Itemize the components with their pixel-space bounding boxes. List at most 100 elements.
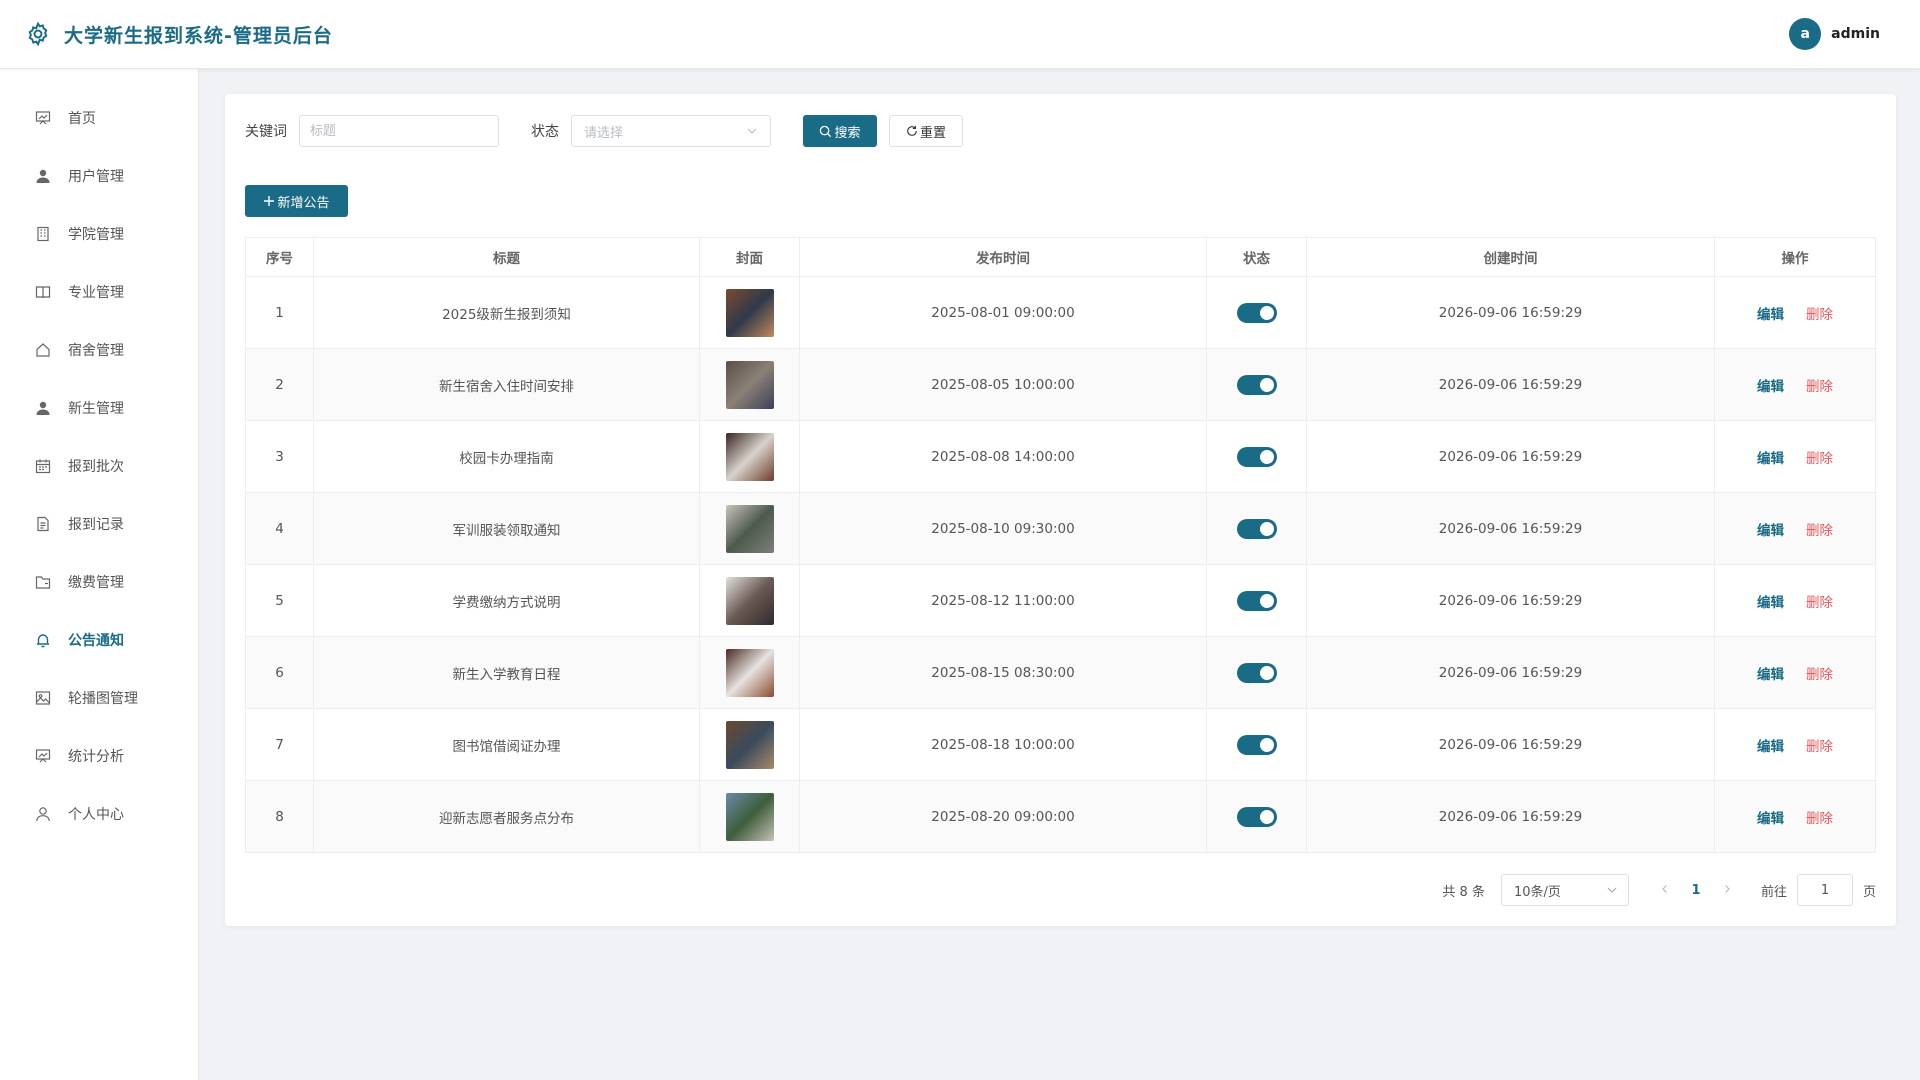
sidebar-item[interactable]: 用户管理 xyxy=(0,147,198,205)
search-icon xyxy=(819,125,832,138)
row-index: 7 xyxy=(245,708,314,781)
status-select[interactable]: 请选择 xyxy=(571,115,771,147)
avatar[interactable]: a xyxy=(1789,18,1822,50)
reset-button[interactable]: 重置 xyxy=(889,115,963,147)
sidebar-item[interactable]: 学院管理 xyxy=(0,205,198,263)
row-actions: 编辑 删除 xyxy=(1714,348,1876,421)
sidebar-item[interactable]: 轮播图管理 xyxy=(0,669,198,727)
row-actions: 编辑 删除 xyxy=(1714,636,1876,709)
sidebar-item-label: 首页 xyxy=(68,111,96,127)
row-index: 1 xyxy=(245,276,314,349)
row-actions: 编辑 删除 xyxy=(1714,492,1876,565)
page-number-current[interactable]: 1 xyxy=(1679,883,1713,898)
book-icon xyxy=(34,283,52,301)
sidebar-item[interactable]: 公告通知 xyxy=(0,611,198,669)
user-menu[interactable]: a admin xyxy=(1789,18,1880,50)
prev-page-button[interactable] xyxy=(1651,883,1679,898)
status-toggle[interactable] xyxy=(1236,734,1277,755)
sidebar-item-label: 学院管理 xyxy=(68,227,124,243)
sidebar-item[interactable]: 报到记录 xyxy=(0,495,198,553)
column-header: 序号 xyxy=(245,237,314,277)
sidebar-item-label: 用户管理 xyxy=(68,169,124,185)
delete-button[interactable]: 删除 xyxy=(1806,735,1833,755)
delete-button[interactable]: 删除 xyxy=(1806,663,1833,683)
edit-button[interactable]: 编辑 xyxy=(1757,663,1784,683)
status-toggle[interactable] xyxy=(1236,518,1277,539)
status-toggle[interactable] xyxy=(1236,806,1277,827)
row-index: 8 xyxy=(245,780,314,853)
edit-button[interactable]: 编辑 xyxy=(1757,519,1784,539)
picture-icon xyxy=(34,689,52,707)
next-page-button[interactable] xyxy=(1713,883,1741,898)
cover-image[interactable] xyxy=(725,432,774,481)
delete-button[interactable]: 删除 xyxy=(1806,375,1833,395)
row-title: 新生入学教育日程 xyxy=(313,636,700,709)
chart-board-icon xyxy=(34,109,52,127)
sidebar-item[interactable]: 新生管理 xyxy=(0,379,198,437)
status-toggle[interactable] xyxy=(1236,446,1277,467)
sidebar-item[interactable]: 宿舍管理 xyxy=(0,321,198,379)
row-title: 图书馆借阅证办理 xyxy=(313,708,700,781)
row-actions: 编辑 删除 xyxy=(1714,780,1876,853)
row-created-time: 2026-09-06 16:59:29 xyxy=(1306,276,1715,349)
row-cover xyxy=(699,780,800,853)
edit-button[interactable]: 编辑 xyxy=(1757,375,1784,395)
delete-button[interactable]: 删除 xyxy=(1806,303,1833,323)
delete-button[interactable]: 删除 xyxy=(1806,519,1833,539)
edit-button[interactable]: 编辑 xyxy=(1757,807,1784,827)
keyword-label: 关键词 xyxy=(245,124,287,140)
row-publish-time: 2025-08-01 09:00:00 xyxy=(799,276,1207,349)
cover-image[interactable] xyxy=(725,792,774,841)
status-toggle[interactable] xyxy=(1236,374,1277,395)
row-status xyxy=(1206,420,1307,493)
row-cover xyxy=(699,276,800,349)
main-card: 关键词 状态 请选择 搜索 重置 新增公告 序号 xyxy=(225,94,1896,926)
building-icon xyxy=(34,225,52,243)
cover-image[interactable] xyxy=(725,720,774,769)
row-publish-time: 2025-08-18 10:00:00 xyxy=(799,708,1207,781)
row-title: 迎新志愿者服务点分布 xyxy=(313,780,700,853)
username[interactable]: admin xyxy=(1831,26,1880,42)
row-status xyxy=(1206,564,1307,637)
sidebar-item[interactable]: 报到批次 xyxy=(0,437,198,495)
cover-image[interactable] xyxy=(725,288,774,337)
status-select-placeholder: 请选择 xyxy=(584,125,624,141)
sidebar-item[interactable]: 统计分析 xyxy=(0,727,198,785)
delete-button[interactable]: 删除 xyxy=(1806,447,1833,467)
sidebar-item[interactable]: 专业管理 xyxy=(0,263,198,321)
keyword-input[interactable] xyxy=(299,115,499,147)
sidebar-item-label: 缴费管理 xyxy=(68,575,124,591)
row-publish-time: 2025-08-20 09:00:00 xyxy=(799,780,1207,853)
sidebar-item[interactable]: 首页 xyxy=(0,89,198,147)
delete-button[interactable]: 删除 xyxy=(1806,591,1833,611)
sidebar-item[interactable]: 缴费管理 xyxy=(0,553,198,611)
edit-button[interactable]: 编辑 xyxy=(1757,303,1784,323)
delete-button[interactable]: 删除 xyxy=(1806,807,1833,827)
row-index: 2 xyxy=(245,348,314,421)
edit-button[interactable]: 编辑 xyxy=(1757,447,1784,467)
row-created-time: 2026-09-06 16:59:29 xyxy=(1306,564,1715,637)
sidebar-item[interactable]: 个人中心 xyxy=(0,785,198,843)
chart-board-icon xyxy=(34,747,52,765)
chevron-down-icon xyxy=(746,125,758,141)
edit-button[interactable]: 编辑 xyxy=(1757,591,1784,611)
status-toggle[interactable] xyxy=(1236,590,1277,611)
cover-image[interactable] xyxy=(725,504,774,553)
status-toggle[interactable] xyxy=(1236,302,1277,323)
row-status xyxy=(1206,708,1307,781)
search-button[interactable]: 搜索 xyxy=(803,115,877,147)
cover-image[interactable] xyxy=(725,360,774,409)
row-cover xyxy=(699,492,800,565)
row-publish-time: 2025-08-12 11:00:00 xyxy=(799,564,1207,637)
add-announcement-button[interactable]: 新增公告 xyxy=(245,185,348,217)
row-status xyxy=(1206,276,1307,349)
goto-page-input[interactable] xyxy=(1796,874,1853,906)
status-toggle[interactable] xyxy=(1236,662,1277,683)
chevron-left-icon xyxy=(1662,884,1667,893)
cover-image[interactable] xyxy=(725,576,774,625)
cover-image[interactable] xyxy=(725,648,774,697)
page-size-select[interactable]: 10条/页 xyxy=(1500,874,1629,906)
bell-icon xyxy=(34,631,52,649)
edit-button[interactable]: 编辑 xyxy=(1757,735,1784,755)
sidebar-item-label: 统计分析 xyxy=(68,749,124,765)
